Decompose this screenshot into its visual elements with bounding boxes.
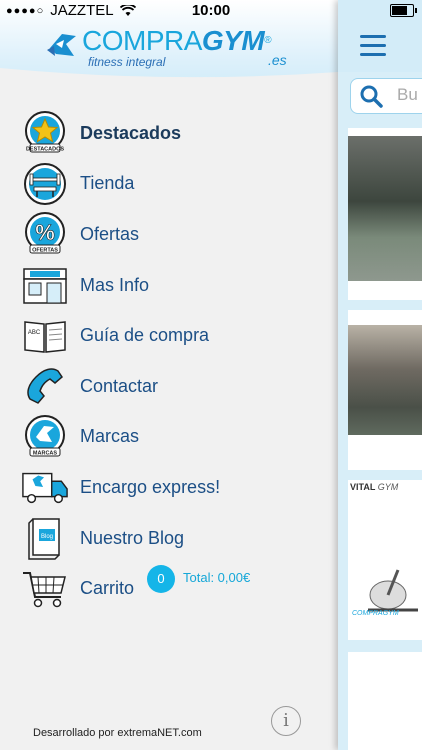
menu-item-label: Encargo express! <box>80 476 221 497</box>
product-card[interactable]: VITAL GYM COMPRAGYM <box>348 480 422 640</box>
clock: 10:00 <box>191 2 231 19</box>
product-image <box>348 325 422 435</box>
svg-text:DESTACADOS: DESTACADOS <box>26 147 64 153</box>
search-field[interactable]: Bu <box>350 78 422 114</box>
search-icon <box>360 85 383 108</box>
logo-mark-icon <box>47 34 76 56</box>
status-bar: ●●●●○ JAZZTEL 10:00 <box>0 0 422 22</box>
menu-item-label: Nuestro Blog <box>80 527 185 548</box>
storefront-icon <box>21 262 69 308</box>
delivery-truck-icon <box>21 464 69 510</box>
product-card[interactable] <box>348 128 422 300</box>
cart-count-badge[interactable]: 0 <box>147 565 175 593</box>
menu-item-tienda[interactable]: Tienda <box>0 159 338 210</box>
menu-item-label: Ofertas <box>80 223 140 244</box>
side-drawer: COMPRAGYM® fitness integral .es DESTACAD… <box>0 0 338 750</box>
menu-item-destacados[interactable]: DESTACADOS Destacados <box>0 108 338 159</box>
svg-text:OFERTAS: OFERTAS <box>32 248 58 254</box>
product-card[interactable] <box>348 310 422 470</box>
svg-text:%: % <box>35 220 55 245</box>
menu-item-label: Mas Info <box>80 274 150 295</box>
brands-badge-icon: MARCAS <box>21 414 69 460</box>
drawer-menu: DESTACADOS Destacados Tienda % OFERTAS Of… <box>0 108 338 614</box>
menu-item-label: Carrito <box>80 578 135 599</box>
menu-item-label: Contactar <box>80 375 159 396</box>
svg-text:Blog: Blog <box>41 534 53 540</box>
phone-icon <box>21 363 69 409</box>
svg-text:MARCAS: MARCAS <box>33 450 57 456</box>
search-placeholder: Bu <box>397 85 418 104</box>
battery-icon <box>390 4 417 17</box>
product-card[interactable] <box>348 652 422 750</box>
compragym-logo[interactable]: COMPRAGYM® fitness integral .es <box>46 24 296 69</box>
product-image <box>348 136 422 281</box>
elliptical-trainer-image <box>368 569 418 612</box>
main-content-panel[interactable]: Bu VITAL GYM COMPRAGYM <box>338 0 422 750</box>
vital-gym-logo: VITAL GYM <box>350 482 399 492</box>
star-badge-icon: DESTACADOS <box>21 110 69 156</box>
book-icon: ABC <box>21 313 69 359</box>
logo-wordmark: COMPRAGYM® <box>82 25 272 56</box>
menu-item-ofertas[interactable]: % OFERTAS Ofertas <box>0 209 338 260</box>
info-button[interactable]: i <box>271 706 301 736</box>
menu-item-label: Tienda <box>80 173 135 194</box>
hamburger-menu-icon[interactable] <box>360 35 386 56</box>
menu-item-contactar[interactable]: Contactar <box>0 361 338 412</box>
svg-text:ABC: ABC <box>28 330 41 336</box>
menu-item-label: Marcas <box>80 426 140 447</box>
menu-item-encargo-express[interactable]: Encargo express! <box>0 462 338 513</box>
menu-item-label: Guía de compra <box>80 325 210 346</box>
menu-item-mas-info[interactable]: Mas Info <box>0 260 338 311</box>
menu-item-nuestro-blog[interactable]: Blog Nuestro Blog <box>0 513 338 564</box>
percent-badge-icon: % OFERTAS <box>21 211 69 257</box>
menu-item-marcas[interactable]: MARCAS Marcas <box>0 412 338 463</box>
blog-book-icon: Blog <box>21 515 69 561</box>
menu-item-label: Destacados <box>80 122 182 143</box>
menu-item-guia-de-compra[interactable]: ABC Guía de compra <box>0 310 338 361</box>
logo-tld: .es <box>268 52 287 68</box>
watermark-logo: COMPRAGYM <box>352 610 399 617</box>
shopping-cart-icon <box>21 566 69 612</box>
logo-tagline: fitness integral <box>88 55 166 69</box>
weight-bench-icon <box>21 161 69 207</box>
developer-credit[interactable]: Desarrollado por extremaNET.com <box>33 727 202 739</box>
cart-total: Total: 0,00€ <box>183 570 251 585</box>
